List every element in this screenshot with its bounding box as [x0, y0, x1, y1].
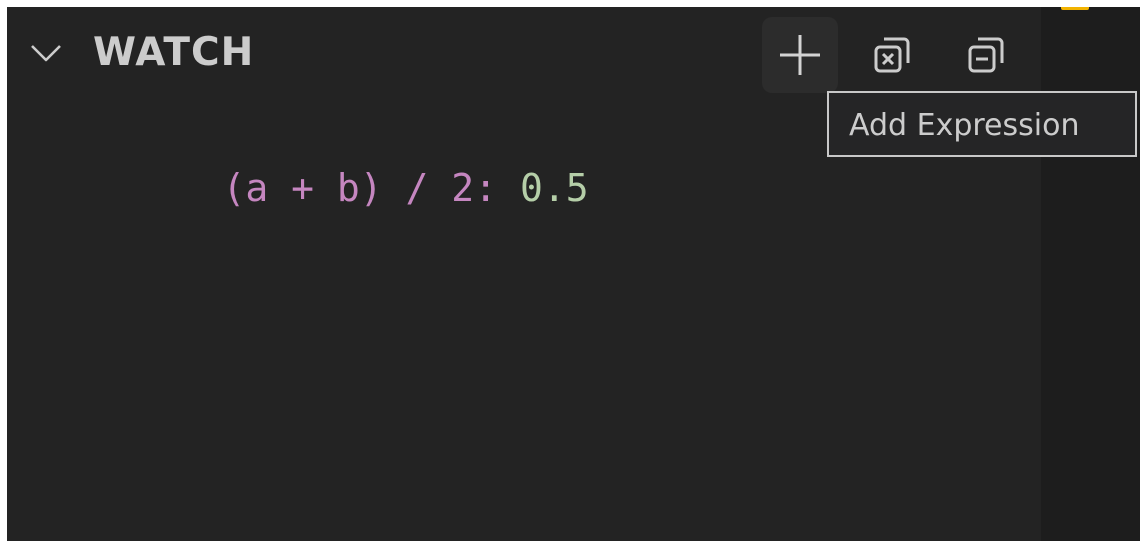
chevron-down-icon[interactable] — [29, 35, 63, 69]
section-title: WATCH — [93, 30, 255, 75]
remove-all-icon — [968, 37, 1004, 73]
remove-all-button[interactable] — [948, 17, 1024, 93]
collapse-all-button[interactable] — [854, 17, 930, 93]
debug-watch-panel: WATCH Add Expression (a + b) / 2: 0.5 — [7, 7, 1140, 541]
watch-expression-row[interactable]: (a + b) / 2: 0.5 — [131, 107, 589, 269]
watch-expression: (a + b) / 2 — [222, 166, 475, 210]
watch-separator: : — [474, 166, 520, 210]
add-expression-tooltip: Add Expression — [827, 91, 1137, 157]
editor-edge — [1041, 7, 1140, 541]
activity-indicator — [1061, 7, 1089, 10]
add-expression-button[interactable] — [762, 17, 838, 93]
collapse-all-icon — [874, 37, 910, 73]
watch-section-header[interactable]: WATCH — [7, 7, 1041, 93]
watch-value: 0.5 — [519, 166, 589, 210]
plus-icon — [780, 35, 820, 75]
